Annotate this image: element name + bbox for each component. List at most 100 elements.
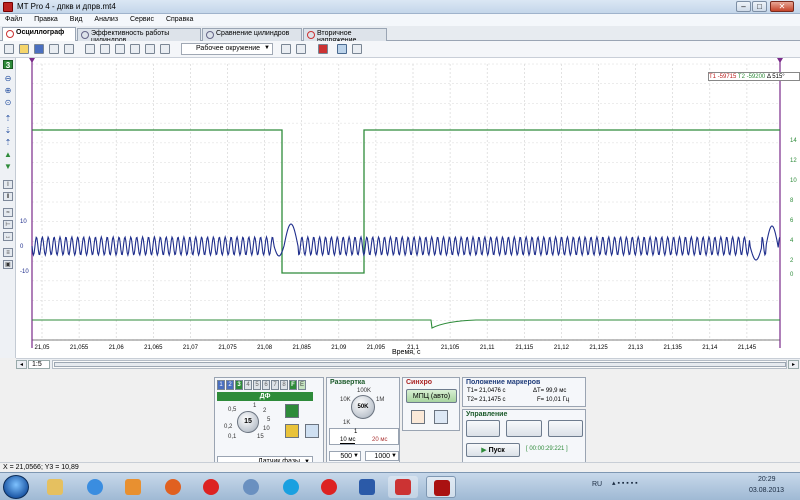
filter-icon[interactable]: ↔ (3, 232, 13, 241)
zoom-in-icon[interactable]: ⊕ (3, 86, 13, 95)
channel-indicator[interactable]: 3 (3, 60, 13, 70)
menu-service[interactable]: Сервис (125, 14, 159, 23)
undo-icon[interactable] (281, 44, 291, 54)
zoom-ratio[interactable]: 1:5 (28, 360, 50, 369)
shift-down-icon[interactable]: ⇣ (3, 126, 13, 135)
play-triangle-icon[interactable] (285, 424, 299, 438)
horizontal-scrollbar[interactable] (52, 360, 787, 369)
clock-time[interactable]: 20:29 (758, 476, 776, 483)
menu-help[interactable]: Справка (161, 14, 198, 23)
sync-rising-icon[interactable] (411, 410, 425, 424)
sync-falling-icon[interactable] (434, 410, 448, 424)
channel-button-6[interactable]: 6 (262, 380, 270, 390)
menu-analysis[interactable]: Анализ (89, 14, 123, 23)
channel-button-f[interactable]: F (289, 380, 297, 390)
marker-mode-icon[interactable]: Ⅱ (3, 192, 13, 201)
save-as-icon[interactable] (49, 44, 59, 54)
measure-icon[interactable]: ⊢ (3, 220, 13, 229)
plot-svg: 21,05 21,055 21,06 21,065 21,07 21,075 21,08 21… (20, 58, 797, 351)
grid-view-1-icon[interactable] (85, 44, 95, 54)
menu-edit[interactable]: Правка (29, 14, 63, 23)
firefox-taskbar-icon[interactable] (158, 476, 188, 498)
sensitivity-knob[interactable]: 15 (237, 411, 259, 433)
crosshair-tool-icon[interactable] (352, 44, 362, 54)
tray-icons[interactable]: ▴ ▪ ▪ ▪ ▪ ▪ (612, 479, 638, 487)
cursor-tool-icon[interactable] (337, 44, 347, 54)
sweep-knob[interactable]: 50K (351, 395, 375, 419)
environment-dropdown-value: Рабочее окружение (196, 45, 261, 52)
knob-tick: 2 (263, 408, 267, 414)
zoom-out-icon[interactable]: ⊖ (3, 74, 13, 83)
list-icon[interactable]: ≡ (3, 248, 13, 257)
tab-cylinder-compare[interactable]: Сравнение цилиндров (202, 28, 302, 41)
menu-file[interactable]: Файл (0, 14, 27, 23)
clock-date[interactable]: 03.08.2013 (749, 487, 784, 494)
move-down-icon[interactable]: ▼ (3, 162, 13, 171)
marker-t1-handle[interactable] (29, 58, 35, 63)
oscilloscope-plot[interactable]: 21,05 21,055 21,06 21,065 21,07 21,075 21,08 21… (16, 58, 800, 358)
language-indicator[interactable]: RU (592, 481, 602, 488)
image-icon[interactable]: ▣ (3, 260, 13, 269)
ie-taskbar-icon[interactable] (80, 476, 110, 498)
grid-view-3-icon[interactable] (115, 44, 125, 54)
close-button[interactable]: ✕ (770, 1, 794, 12)
grid-view-5-icon[interactable] (145, 44, 155, 54)
skype-taskbar-icon[interactable] (276, 476, 306, 498)
power-icon[interactable] (285, 404, 299, 418)
start-button-orb[interactable] (3, 475, 29, 499)
mtpro-taskbar-icon[interactable] (426, 476, 456, 498)
scroll-left-icon[interactable]: ◂ (16, 360, 27, 369)
sweep-field-2[interactable]: 1000 ▼ (365, 451, 399, 461)
zoom-fit-icon[interactable]: ⊙ (3, 98, 13, 107)
channel-button-2[interactable]: 2 (226, 380, 234, 390)
move-up-icon[interactable]: ▲ (3, 150, 13, 159)
channel-button-7[interactable]: 7 (271, 380, 279, 390)
scale-up-icon[interactable]: ⇡ (3, 138, 13, 147)
sound-taskbar-icon[interactable] (236, 476, 266, 498)
channel-name: ДФ (217, 392, 313, 401)
scrollbar-thumb[interactable] (54, 362, 786, 367)
channel-button-8[interactable]: 8 (280, 380, 288, 390)
export-icon[interactable] (296, 44, 306, 54)
channel-button-5[interactable]: 5 (253, 380, 261, 390)
channel-button-4[interactable]: 4 (244, 380, 252, 390)
media-taskbar-icon[interactable] (118, 476, 148, 498)
grid-view-2-icon[interactable] (100, 44, 110, 54)
tab-cylinder-efficiency[interactable]: Эффективность работы цилиндров (77, 28, 201, 44)
car-app-taskbar-icon[interactable] (388, 476, 418, 498)
sweep-field-1[interactable]: 500 ▼ (329, 451, 361, 461)
marker-t2-handle[interactable] (777, 58, 783, 63)
menu-view[interactable]: Вид (65, 14, 88, 23)
channel-button-1[interactable]: 1 (217, 380, 225, 390)
multi-sine-icon[interactable] (506, 420, 542, 437)
minimize-button[interactable]: – (736, 1, 751, 12)
print-icon[interactable] (64, 44, 74, 54)
save-icon[interactable] (34, 44, 44, 54)
new-file-icon[interactable] (4, 44, 14, 54)
explorer-taskbar-icon[interactable] (40, 476, 70, 498)
word-taskbar-icon[interactable] (352, 476, 382, 498)
tab-secondary-voltage[interactable]: Вторичное напряжение (303, 28, 387, 44)
scroll-right-icon[interactable]: ▸ (788, 360, 799, 369)
maximize-button[interactable]: □ (752, 1, 767, 12)
environment-dropdown[interactable]: Рабочее окружение ▼ (181, 43, 273, 55)
pulse-wave-icon[interactable] (548, 420, 583, 437)
yandex-taskbar-icon-2[interactable] (314, 476, 344, 498)
cursor-mode-icon[interactable]: I (3, 180, 13, 189)
sync-mode-button[interactable]: МПЦ (авто) (406, 389, 457, 403)
channel-button-3[interactable]: 3 (235, 380, 243, 390)
grid-view-6-icon[interactable] (160, 44, 170, 54)
title-bar: MT Pro 4 - дпкв и дпрв.mt4 – □ ✕ (0, 0, 800, 14)
channel-button-e[interactable]: E (298, 380, 306, 390)
yandex-taskbar-icon[interactable] (196, 476, 226, 498)
shift-up-icon[interactable]: ⇡ (3, 114, 13, 123)
grid-view-4-icon[interactable] (130, 44, 140, 54)
start-button[interactable]: ▶ Пуск (466, 443, 520, 457)
chevron-down-icon: ▼ (391, 453, 397, 459)
amplitude-icon[interactable]: ≈ (3, 208, 13, 217)
open-folder-icon[interactable] (19, 44, 29, 54)
car-icon[interactable] (318, 44, 328, 54)
single-sine-icon[interactable] (466, 420, 500, 437)
tab-oscilloscope[interactable]: Осциллограф (2, 27, 76, 41)
table-icon[interactable] (305, 424, 319, 438)
